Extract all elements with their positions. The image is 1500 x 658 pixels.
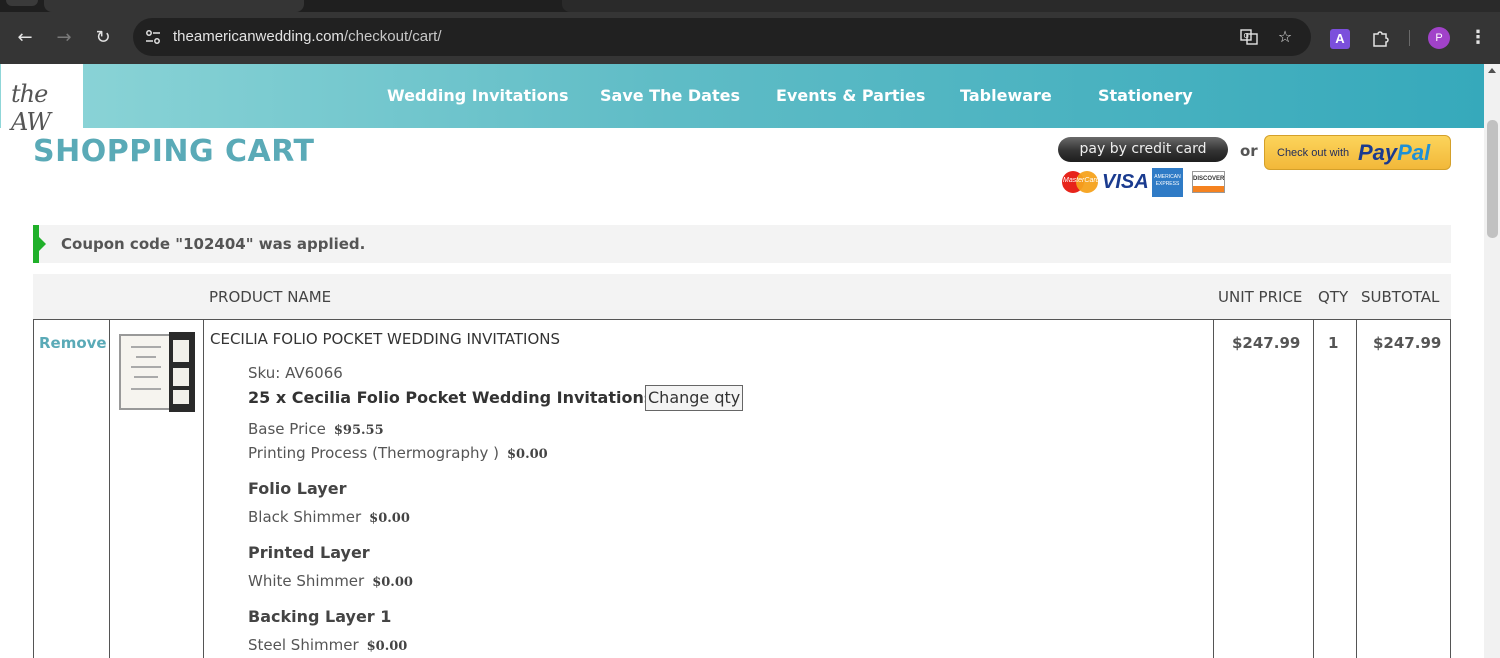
toolbar-divider (1409, 30, 1410, 46)
back-arrow-icon[interactable]: ← (11, 24, 39, 52)
paypal-checkout-button[interactable]: Check out with PayPal (1264, 135, 1451, 170)
discover-icon: DISCOVER (1192, 171, 1225, 193)
nav-wedding-invitations[interactable]: Wedding Invitations (387, 64, 568, 128)
url-text[interactable]: theamericanwedding.com/checkout/cart/ (173, 18, 441, 56)
bookmark-star-icon[interactable]: ☆ (1275, 27, 1295, 47)
cart-table-header: PRODUCT NAME UNIT PRICE QTY SUBTOTAL (33, 274, 1451, 320)
column-product-name: PRODUCT NAME (209, 288, 332, 306)
page-title: SHOPPING CART (33, 134, 315, 169)
change-qty-button[interactable]: Change qty (645, 385, 744, 411)
address-bar[interactable]: theamericanwedding.com/checkout/cart/ G … (133, 18, 1311, 56)
pay-by-credit-card-button[interactable]: pay by credit card (1058, 137, 1228, 162)
column-qty: QTY (1318, 288, 1349, 306)
option-base-price: Base Price $95.55 (248, 420, 384, 438)
tab-previous[interactable] (6, 0, 38, 6)
visa-icon: VISA (1102, 171, 1149, 193)
browser-toolbar: ← → ↻ theamericanwedding.com/checkout/ca… (0, 12, 1500, 64)
tab-inactive[interactable] (562, 0, 1500, 12)
product-qty-line: 25 x Cecilia Folio Pocket Wedding Invita… (248, 388, 654, 407)
column-divider (1213, 320, 1214, 658)
amex-icon: AMERICAN EXPRESS (1152, 168, 1183, 197)
column-divider (1356, 320, 1357, 658)
nav-events-parties[interactable]: Events & Parties (776, 64, 925, 128)
product-name[interactable]: CECILIA FOLIO POCKET WEDDING INVITATIONS (210, 330, 560, 348)
qty-value: 1 (1328, 334, 1339, 352)
or-separator: or (1240, 142, 1258, 160)
site-logo[interactable]: the AW (1, 64, 83, 136)
browser-menu-icon[interactable]: ⋮ (1468, 26, 1488, 50)
option-printing-process: Printing Process (Thermography ) $0.00 (248, 444, 548, 462)
subtotal-value: $247.99 (1373, 334, 1442, 352)
option-printed-layer: White Shimmer $0.00 (248, 572, 413, 590)
svg-text:G: G (1244, 32, 1249, 40)
nav-stationery[interactable]: Stationery (1098, 64, 1193, 128)
extensions-puzzle-icon[interactable] (1369, 27, 1391, 49)
remove-item-link[interactable]: Remove (39, 334, 107, 352)
option-heading-folio-layer: Folio Layer (248, 479, 347, 498)
extension-icon[interactable]: A (1330, 29, 1350, 49)
profile-avatar[interactable]: P (1428, 27, 1450, 49)
translate-icon[interactable]: G (1239, 27, 1259, 47)
coupon-message: Coupon code "102404" was applied. (61, 235, 366, 253)
scroll-up-arrow-icon[interactable] (1488, 68, 1496, 73)
column-unit-price: UNIT PRICE (1218, 288, 1303, 306)
cart-table-row (33, 320, 1451, 658)
product-thumbnail[interactable] (117, 332, 195, 412)
option-folio-layer: Black Shimmer $0.00 (248, 508, 410, 526)
page-scrollbar[interactable] (1484, 64, 1500, 658)
unit-price-value: $247.99 (1232, 334, 1301, 352)
option-heading-backing-layer: Backing Layer 1 (248, 607, 392, 626)
notice-arrow-icon (39, 237, 46, 251)
column-divider (1313, 320, 1314, 658)
column-divider (203, 320, 204, 658)
paypal-small-label: Check out with (1277, 147, 1350, 159)
forward-arrow-icon[interactable]: → (50, 24, 78, 52)
coupon-notice: Coupon code "102404" was applied. (33, 225, 1451, 263)
column-divider (109, 320, 110, 658)
tab-active[interactable] (44, 0, 304, 12)
tab-strip (0, 0, 1500, 12)
reload-icon[interactable]: ↻ (89, 24, 117, 52)
product-sku: Sku: AV6066 (248, 364, 343, 382)
option-backing-layer: Steel Shimmer $0.00 (248, 636, 408, 654)
scrollbar-thumb[interactable] (1487, 120, 1498, 238)
site-header: the AW Wedding Invitations Save The Date… (0, 64, 1484, 136)
nav-tableware[interactable]: Tableware (960, 64, 1052, 128)
option-heading-printed-layer: Printed Layer (248, 543, 370, 562)
column-subtotal: SUBTOTAL (1361, 288, 1440, 306)
mastercard-icon: MasterCard (1062, 169, 1100, 195)
site-info-icon[interactable] (143, 27, 163, 47)
paypal-logo: PayPal (1358, 140, 1431, 165)
nav-save-the-dates[interactable]: Save The Dates (600, 64, 740, 128)
